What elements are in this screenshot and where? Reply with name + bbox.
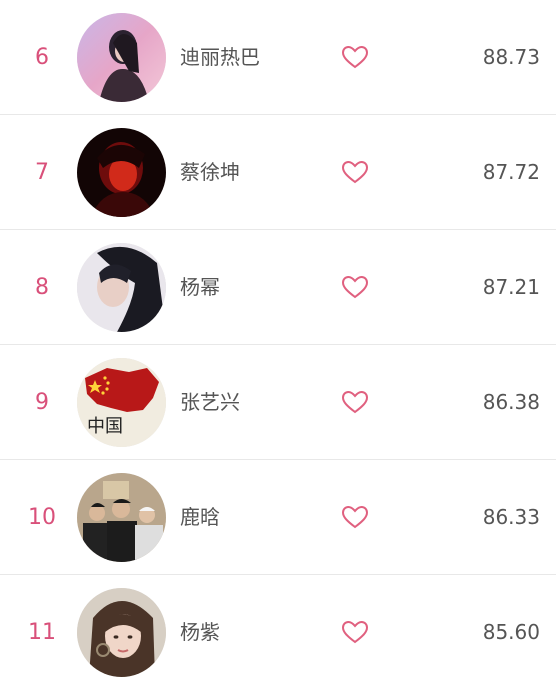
score-value: 87.72 [482, 160, 540, 184]
star-name[interactable]: 杨幂 [180, 230, 220, 345]
avatar[interactable] [77, 243, 166, 332]
score-value: 86.38 [482, 390, 540, 414]
avatar-image [77, 588, 166, 677]
ranking-row[interactable]: 8 杨幂 87.21 [0, 230, 556, 345]
avatar-image [77, 243, 166, 332]
star-name[interactable]: 张艺兴 [180, 345, 240, 460]
avatar-image: 中国 [77, 358, 166, 447]
heart-outline-icon[interactable] [341, 45, 369, 69]
ranking-row[interactable]: 9 中国 张艺兴 86.38 [0, 345, 556, 460]
rank-number: 8 [35, 275, 49, 300]
ranking-row[interactable]: 11 杨紫 85.60 [0, 575, 556, 690]
heart-outline-icon[interactable] [341, 505, 369, 529]
avatar[interactable] [77, 588, 166, 677]
heart-outline-icon[interactable] [341, 160, 369, 184]
rank-number: 10 [28, 505, 56, 530]
rank-number: 11 [28, 620, 56, 645]
avatar[interactable] [77, 13, 166, 102]
score-value: 88.73 [482, 45, 540, 69]
rank-number: 9 [35, 390, 49, 415]
heart-outline-icon[interactable] [341, 390, 369, 414]
avatar-image [77, 128, 166, 217]
score-value: 86.33 [482, 505, 540, 529]
ranking-row[interactable]: 7 蔡徐坤 87.72 [0, 115, 556, 230]
heart-outline-icon[interactable] [341, 275, 369, 299]
star-name[interactable]: 迪丽热巴 [180, 0, 260, 115]
rank-number: 7 [35, 160, 49, 185]
ranking-row[interactable]: 10 鹿晗 86.33 [0, 460, 556, 575]
avatar[interactable] [77, 128, 166, 217]
star-name[interactable]: 鹿晗 [180, 460, 220, 575]
star-name[interactable]: 杨紫 [180, 575, 220, 690]
avatar-badge-text: 中国 [87, 416, 123, 437]
avatar-image [77, 473, 166, 562]
ranking-list: 6 迪丽热巴 88.73 7 蔡徐坤 87.72 8 杨幂 87.21 9 中国… [0, 0, 556, 686]
avatar[interactable] [77, 473, 166, 562]
heart-outline-icon[interactable] [341, 620, 369, 644]
rank-number: 6 [35, 45, 49, 70]
avatar[interactable]: 中国 [77, 358, 166, 447]
avatar-image [77, 13, 166, 102]
star-name[interactable]: 蔡徐坤 [180, 115, 240, 230]
ranking-row[interactable]: 6 迪丽热巴 88.73 [0, 0, 556, 115]
score-value: 85.60 [482, 620, 540, 644]
score-value: 87.21 [482, 275, 540, 299]
